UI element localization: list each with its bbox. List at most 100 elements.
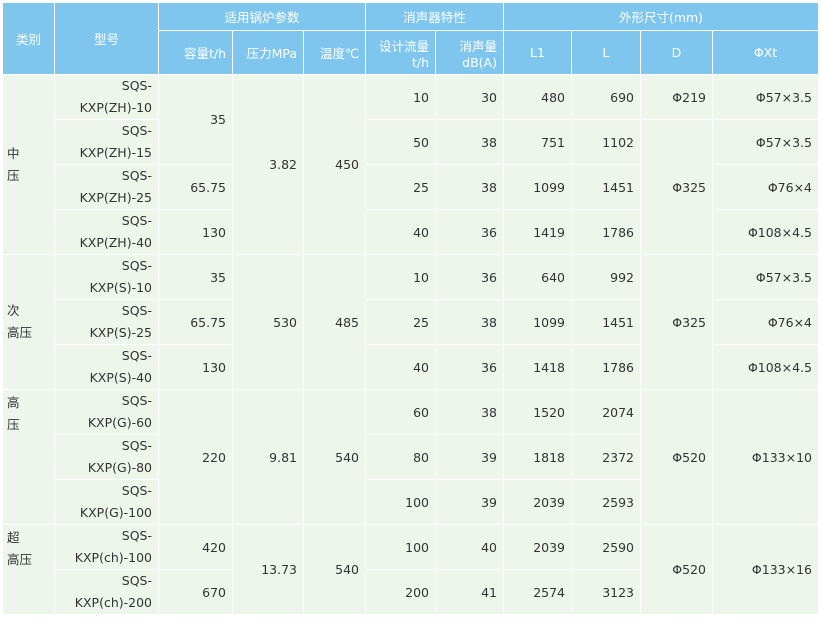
pressure-cell: 530 bbox=[232, 254, 304, 390]
noise-cell: 38 bbox=[435, 299, 504, 345]
phixt-header: ΦXt bbox=[712, 30, 819, 75]
capacity-cell: 420 bbox=[158, 524, 233, 570]
flow-cell: 10 bbox=[365, 254, 436, 300]
flow-cell: 40 bbox=[365, 209, 436, 255]
phixt-cell: Φ57×3.5 bbox=[712, 254, 819, 300]
l1-cell: 2039 bbox=[503, 524, 572, 570]
category-cell: 高压 bbox=[2, 389, 55, 525]
l1-cell: 1099 bbox=[503, 164, 572, 210]
table-row: 超高压 SQS- KXP(ch)-100 420 13.73 540 100 40… bbox=[2, 524, 819, 615]
noise-cell: 30 bbox=[435, 74, 504, 120]
l1-cell: 2039 bbox=[503, 479, 572, 525]
l1-cell: 1520 bbox=[503, 389, 572, 435]
l1-header: L1 bbox=[503, 30, 572, 75]
design-flow-header: 设计流量t/h bbox=[365, 30, 436, 75]
model-cell: SQS- KXP(G)-80 bbox=[54, 434, 159, 480]
phixt-cell: Φ108×4.5 bbox=[712, 344, 819, 390]
flow-cell: 60 bbox=[365, 389, 436, 435]
phixt-cell: Φ76×4 bbox=[712, 299, 819, 345]
capacity-header: 容量t/h bbox=[158, 30, 233, 75]
l1-cell: 2574 bbox=[503, 569, 572, 615]
noise-cell: 40 bbox=[435, 524, 504, 570]
model-cell: SQS- KXP(G)-60 bbox=[54, 389, 159, 435]
table-row: 中压 SQS- KXP(ZH)-10 35 3.82 450 10 30 480 … bbox=[2, 74, 819, 255]
l-cell: 690 bbox=[571, 74, 641, 120]
l-cell: 2590 bbox=[571, 524, 641, 570]
capacity-cell: 65.75 bbox=[158, 164, 233, 210]
l-cell: 1786 bbox=[571, 344, 641, 390]
boiler-params-header: 适用锅炉参数 bbox=[158, 2, 366, 31]
flow-cell: 50 bbox=[365, 119, 436, 165]
d-cell: Φ520 bbox=[640, 389, 713, 525]
model-cell: SQS- KXP(ZH)-40 bbox=[54, 209, 159, 255]
model-cell: SQS- KXP(ZH)-15 bbox=[54, 119, 159, 165]
flow-cell: 200 bbox=[365, 569, 436, 615]
l-cell: 1786 bbox=[571, 209, 641, 255]
l1-cell: 1818 bbox=[503, 434, 572, 480]
l-cell: 1102 bbox=[571, 119, 641, 165]
l-cell: 1451 bbox=[571, 299, 641, 345]
noise-cell: 38 bbox=[435, 119, 504, 165]
noise-cell: 39 bbox=[435, 479, 504, 525]
noise-cell: 41 bbox=[435, 569, 504, 615]
temperature-cell: 450 bbox=[303, 74, 366, 255]
table-row: 高压 SQS- KXP(G)-60 220 9.81 540 60 38 1520… bbox=[2, 389, 819, 525]
noise-reduction-header: 消声量dB(A) bbox=[435, 30, 504, 75]
phixt-cell: Φ133×16 bbox=[712, 524, 819, 615]
l1-cell: 640 bbox=[503, 254, 572, 300]
capacity-cell: 220 bbox=[158, 389, 233, 525]
flow-cell: 80 bbox=[365, 434, 436, 480]
d-cell: Φ325 bbox=[640, 254, 713, 390]
model-cell: SQS- KXP(ZH)-10 bbox=[54, 74, 159, 120]
model-cell: SQS- KXP(S)-10 bbox=[54, 254, 159, 300]
flow-cell: 10 bbox=[365, 74, 436, 120]
noise-cell: 39 bbox=[435, 434, 504, 480]
l1-cell: 751 bbox=[503, 119, 572, 165]
l-cell: 3123 bbox=[571, 569, 641, 615]
noise-cell: 38 bbox=[435, 164, 504, 210]
flow-cell: 40 bbox=[365, 344, 436, 390]
temperature-cell: 485 bbox=[303, 254, 366, 390]
d-cell: Φ520 bbox=[640, 524, 713, 615]
model-header: 型号 bbox=[54, 2, 159, 75]
d-cell: Φ219 bbox=[640, 74, 713, 120]
category-cell: 中压 bbox=[2, 74, 55, 255]
noise-cell: 38 bbox=[435, 389, 504, 435]
l1-cell: 1419 bbox=[503, 209, 572, 255]
d-header: D bbox=[640, 30, 713, 75]
silencer-props-header: 消声器特性 bbox=[365, 2, 504, 31]
l1-cell: 1418 bbox=[503, 344, 572, 390]
capacity-cell: 65.75 bbox=[158, 299, 233, 345]
temperature-cell: 540 bbox=[303, 524, 366, 615]
l-cell: 992 bbox=[571, 254, 641, 300]
phixt-cell: Φ57×3.5 bbox=[712, 74, 819, 120]
l1-cell: 1099 bbox=[503, 299, 572, 345]
pressure-cell: 9.81 bbox=[232, 389, 304, 525]
dimensions-header: 外形尺寸(mm) bbox=[503, 2, 819, 31]
noise-cell: 36 bbox=[435, 344, 504, 390]
category-header: 类别 bbox=[2, 2, 55, 75]
d-cell: Φ325 bbox=[640, 119, 713, 255]
phixt-cell: Φ76×4 bbox=[712, 164, 819, 210]
model-cell: SQS- KXP(S)-25 bbox=[54, 299, 159, 345]
model-cell: SQS- KXP(ch)-200 bbox=[54, 569, 159, 615]
l-cell: 2372 bbox=[571, 434, 641, 480]
specification-table: 类别 型号 适用锅炉参数 消声器特性 外形尺寸(mm) 容量t/h 压力MPa … bbox=[2, 2, 819, 615]
table-row: SQS- KXP(ZH)-15 50 38 751 1102 Φ325 Φ57×3… bbox=[3, 119, 819, 255]
l-cell: 1451 bbox=[571, 164, 641, 210]
phixt-cell: Φ57×3.5 bbox=[712, 119, 819, 165]
flow-cell: 100 bbox=[365, 524, 436, 570]
capacity-cell: 35 bbox=[158, 254, 233, 300]
capacity-cell: 130 bbox=[158, 209, 233, 255]
model-cell: SQS- KXP(ZH)-25 bbox=[54, 164, 159, 210]
category-cell: 次高压 bbox=[2, 254, 55, 390]
flow-cell: 100 bbox=[365, 479, 436, 525]
table-row: 次高压 SQS- KXP(S)-10 35 530 485 10 36 640 9… bbox=[2, 254, 819, 390]
category-cell: 超高压 bbox=[2, 524, 55, 615]
capacity-cell: 130 bbox=[158, 344, 233, 390]
flow-cell: 25 bbox=[365, 299, 436, 345]
noise-cell: 36 bbox=[435, 209, 504, 255]
phixt-cell: Φ108×4.5 bbox=[712, 209, 819, 255]
model-cell: SQS- KXP(S)-40 bbox=[54, 344, 159, 390]
phixt-cell: Φ133×10 bbox=[712, 389, 819, 525]
